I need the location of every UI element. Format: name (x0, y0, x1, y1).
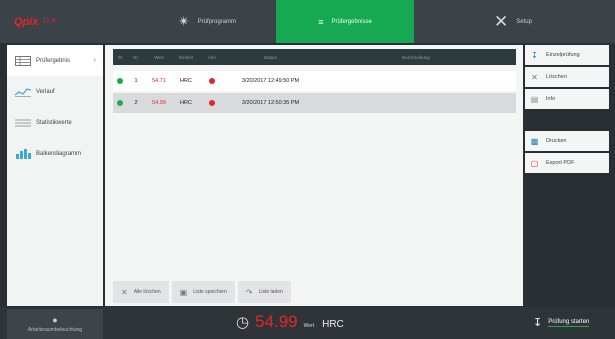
info-cell (199, 100, 225, 106)
main-nav: ✴ Prüfprogramm ≡ Prüfergebnisse ✕ Setup (138, 0, 615, 43)
clock-icon: ◷ (236, 314, 250, 331)
x-icon: ✕ (531, 72, 538, 82)
start-test-button[interactable]: ↧ Prüfung starten (533, 316, 590, 329)
bar-chart-icon (16, 148, 31, 159)
button-label: Drucken (546, 138, 567, 144)
column-header[interactable]: St (113, 55, 127, 60)
sidebar-item-balkendiagramm[interactable]: Balkendiagramm (7, 138, 103, 169)
column-header[interactable]: Einheit (173, 55, 199, 60)
logo-text: Qpix (14, 15, 39, 28)
column-header[interactable]: Beschreibung (316, 55, 516, 60)
app-logo: Qpix T1 /E (0, 0, 138, 43)
save-list-button[interactable]: ▣ Liste speichern (171, 281, 235, 303)
column-header[interactable]: Datum (225, 55, 316, 60)
column-header[interactable]: Nr. (127, 55, 145, 60)
unit-cell: HRC (180, 100, 192, 106)
x-icon: ✕ (121, 287, 128, 297)
sidebar-item-label: Prüfergebnis (36, 57, 71, 64)
probe-icon: ↧ (531, 50, 538, 60)
warning-icon[interactable] (209, 100, 215, 106)
button-label: Liste speichern (193, 289, 227, 295)
unit-cell: HRC (180, 78, 192, 84)
load-list-icon: ↷ (245, 287, 253, 297)
top-bar: Qpix T1 /E ✴ Prüfprogramm ≡ Prüfergebnis… (0, 0, 615, 43)
sidebar-item-verlauf[interactable]: Verlauf (7, 76, 103, 107)
table-row[interactable]: 2 54.99 HRC 3/20/2017 12:50:35 PM (113, 93, 516, 113)
column-header[interactable]: Info (199, 55, 225, 60)
button-label: Alle löschen (133, 289, 161, 295)
nr-cell: 2 (134, 100, 138, 106)
tools-icon: ✕ (494, 11, 509, 31)
nr-cell: 1 (134, 78, 138, 84)
button-label: Löschen (546, 74, 567, 80)
button-label: Einzelprüfung (546, 52, 580, 58)
ruler-icon: ✴ (177, 13, 190, 29)
sidebar: Prüfergebnis › Verlauf Statistikwerte Ba… (7, 45, 103, 306)
sidebar-item-label: Statistikwerte (36, 119, 72, 126)
table-icon (15, 55, 31, 66)
column-header[interactable]: Wert (145, 55, 173, 60)
list-actions: ✕ Alle löschen ▣ Liste speichern ↷ Liste… (113, 281, 291, 303)
button-label: Prüfung starten (548, 318, 590, 327)
reading-value: 54.99 (255, 312, 298, 331)
status-cell (113, 100, 127, 106)
list-icon: ≡ (318, 16, 324, 27)
button-label: Arbeitsraumbeleuchtung (27, 327, 83, 333)
tab-label: Prüfprogramm (197, 18, 237, 25)
print-button[interactable]: ▩ Drucken (525, 131, 609, 151)
load-list-button[interactable]: ↷ Liste laden (237, 281, 291, 303)
value-cell: 54.71 (152, 78, 166, 84)
delete-button[interactable]: ✕ Löschen (525, 67, 609, 87)
status-ok-icon (117, 78, 123, 84)
workspace-light-button[interactable]: ● Arbeitsraumbeleuchtung (7, 309, 103, 339)
reading-unit: HRC (322, 319, 344, 330)
tab-pruefergebnisse[interactable]: ≡ Prüfergebnisse (276, 0, 414, 43)
sidebar-item-label: Balkendiagramm (36, 150, 82, 157)
current-reading: ◷ 54.99 Wert HRC (236, 312, 344, 332)
sidebar-item-pruefergebnis[interactable]: Prüfergebnis › (7, 45, 103, 76)
table-header: St Nr. Wert Einheit Info Datum Beschreib… (113, 49, 516, 65)
tab-setup[interactable]: ✕ Setup (414, 0, 612, 43)
reading-label: Wert (303, 323, 315, 329)
status-ok-icon (117, 100, 123, 106)
date-cell: 3/20/2017 12:50:35 PM (241, 100, 300, 106)
chevron-right-icon: › (93, 57, 96, 64)
date-cell: 3/20/2017 12:49:50 PM (241, 78, 300, 84)
warning-icon[interactable] (209, 78, 215, 84)
sidebar-item-statistikwerte[interactable]: Statistikwerte (7, 107, 103, 138)
delete-all-button[interactable]: ✕ Alle löschen (113, 281, 169, 303)
info-cell (199, 78, 225, 84)
button-label: Info (546, 96, 556, 102)
tab-label: Prüfergebnisse (331, 18, 372, 25)
action-panel: ↧ Einzelprüfung ✕ Löschen ▤ Info ▩ Druck… (525, 45, 609, 306)
export-pdf-button[interactable]: ▢ Export PDF (525, 153, 609, 173)
tab-pruefprogramm[interactable]: ✴ Prüfprogramm (138, 0, 276, 43)
results-panel: St Nr. Wert Einheit Info Datum Beschreib… (105, 45, 523, 306)
table-row[interactable]: 1 54.71 HRC 3/20/2017 12:49:50 PM (113, 71, 516, 91)
pdf-icon: ▢ (530, 158, 539, 168)
button-label: Liste laden (258, 289, 283, 295)
lightbulb-icon: ● (52, 315, 58, 325)
status-cell (113, 78, 127, 84)
sidebar-item-label: Verlauf (36, 88, 55, 95)
probe-icon: ↧ (533, 317, 543, 329)
printer-icon: ▩ (530, 136, 539, 146)
info-icon: ▤ (530, 94, 539, 104)
tab-label: Setup (516, 18, 532, 25)
footer-bar: ● Arbeitsraumbeleuchtung ◷ 54.99 Wert HR… (0, 307, 615, 339)
save-list-icon: ▣ (179, 287, 188, 297)
single-test-button[interactable]: ↧ Einzelprüfung (525, 45, 609, 65)
button-label: Export PDF (546, 160, 575, 166)
value-cell: 54.99 (152, 100, 166, 106)
info-button[interactable]: ▤ Info (525, 89, 609, 109)
line-chart-icon (15, 87, 31, 97)
logo-subtext: T1 /E (42, 18, 57, 25)
stats-icon (15, 119, 31, 126)
